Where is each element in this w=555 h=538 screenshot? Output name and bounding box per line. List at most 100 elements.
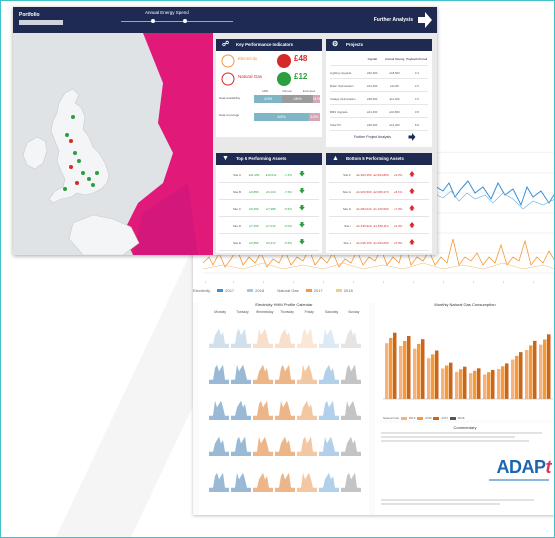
arrow-down-icon: 🡇 xyxy=(298,239,306,246)
lightning-icon xyxy=(221,72,235,86)
top5-header: ▼ Top 5 Performing Assets xyxy=(216,153,322,165)
kpi-col-head: Manual xyxy=(282,89,292,93)
electricity-cost: £48 xyxy=(294,54,308,63)
year-slider[interactable] xyxy=(121,19,233,23)
gas-bar xyxy=(533,340,537,399)
natural-gas-label: Natural Gas xyxy=(238,74,263,79)
adapt-tagline xyxy=(489,479,549,481)
hh-profile-cell xyxy=(341,328,361,348)
arrow-right-icon[interactable] xyxy=(418,12,432,28)
gas-bar xyxy=(515,355,519,399)
further-project-link[interactable]: Further Project Analysis xyxy=(354,135,391,139)
project-row[interactable]: Boiler Optimisation £24,000 £9,200 2.6 xyxy=(330,80,428,92)
hh-profile-cell xyxy=(231,400,251,420)
monthly-gas-panel: Monthly Natural Gas Consumption Natural … xyxy=(375,300,554,420)
data-availability-label: Data Availability xyxy=(219,96,241,100)
portfolio-select[interactable] xyxy=(19,20,63,25)
gas-bar xyxy=(519,352,523,399)
hh-profile-cell xyxy=(341,364,361,384)
project-row[interactable]: BMS Upgrade £41,000 £10,800 3.8 xyxy=(330,106,428,118)
svg-text:|: | xyxy=(383,280,384,284)
hh-profile-cell xyxy=(231,436,251,456)
gas-bar xyxy=(407,335,411,399)
electricity-label: Electricity xyxy=(238,56,258,61)
top5-row[interactable]: Site A £11,456 £10,612 -7.4% 🡇 xyxy=(219,167,319,183)
hh-profile-cell xyxy=(297,472,317,492)
share-icon: ☍ xyxy=(222,41,230,48)
gas-bar xyxy=(511,359,515,399)
svg-text:|: | xyxy=(473,280,474,284)
projects-card: ⚙ Projects Capital Annual Saving Payback… xyxy=(326,39,432,147)
arrow-right-icon[interactable] xyxy=(408,133,416,141)
projects-header-row: Capital Annual Saving Payback Period xyxy=(330,53,428,66)
svg-text:|: | xyxy=(233,280,234,284)
svg-text:|: | xyxy=(533,280,534,284)
time-series-legend: Electricity 2017 2018 Natural Gas 2017 2… xyxy=(193,288,554,298)
adapt-logo: ADAPt xyxy=(496,457,551,477)
portfolio-dashboard-screenshot: Portfolio Annual Energy Spend Further An… xyxy=(13,7,437,255)
gas-bar xyxy=(469,373,473,399)
coverage-seg-1: 83% xyxy=(254,113,309,121)
bottom5-header: ▲ Bottom 5 Performing Assets xyxy=(326,153,432,165)
gas-bar-chart xyxy=(383,332,553,400)
hh-profile-cell xyxy=(275,472,295,492)
hh-profile-cell xyxy=(297,328,317,348)
projects-icon: ⚙ xyxy=(332,41,339,48)
gas-legend-item: 2015 xyxy=(408,416,416,420)
top5-row[interactable]: Site C £8,456 £7,988 -5.5% 🡇 xyxy=(219,201,319,217)
hh-profile-cell xyxy=(341,472,361,492)
top5-row[interactable]: Site D £7,456 £7,012 -6.0% 🡇 xyxy=(219,218,319,234)
projects-col: Payback Period xyxy=(406,57,428,61)
gas-bar xyxy=(463,366,467,399)
availability-seg-amr: 43% xyxy=(254,95,283,103)
legend-electricity: Electricity xyxy=(193,288,211,293)
uk-map[interactable] xyxy=(13,33,213,255)
gas-bar xyxy=(505,363,509,399)
gas-bar xyxy=(427,358,431,399)
hh-profile-cell xyxy=(275,400,295,420)
project-row[interactable]: Lighting Upgrade £62,000 £18,500 3.4 xyxy=(330,67,428,79)
gas-bar xyxy=(421,339,425,399)
top5-row[interactable]: Site E £6,856 £6,472 -5.6% 🡇 xyxy=(219,235,319,251)
top5-row[interactable]: Site B £9,856 £9,104 -7.6% 🡇 xyxy=(219,184,319,200)
bottom5-row[interactable]: Site F £2,384,450 £2,604,800 +9.2% 🡅 xyxy=(329,167,429,183)
bottom5-row[interactable]: Site I £1,436,920 £1,528,110 +6.3% 🡅 xyxy=(329,218,429,234)
hh-profile-cell xyxy=(319,328,339,348)
availability-seg-est: 11% xyxy=(312,95,321,103)
project-row[interactable]: Voltage Optimisation £38,000 £11,400 3.3 xyxy=(330,93,428,105)
bottom5-row[interactable]: Site G £1,926,500 £2,083,270 +8.1% 🡅 xyxy=(329,184,429,200)
commentary-text-block xyxy=(381,432,549,442)
hh-profile-cell xyxy=(297,364,317,384)
commentary-footer xyxy=(381,497,551,507)
legend-elec-2017: 2017 xyxy=(225,288,235,293)
hh-profile-cell xyxy=(231,364,251,384)
bottom5-row[interactable]: Site H £1,084,640 £1,160,560 +7.0% 🡅 xyxy=(329,201,429,217)
electricity-cost-badge xyxy=(277,54,291,68)
bottom5-title: Bottom 5 Performing Assets xyxy=(346,156,404,161)
gas-cost: £12 xyxy=(294,72,308,81)
slider-knob[interactable] xyxy=(151,19,155,23)
gas-bar xyxy=(539,344,543,399)
dashboard-header: Portfolio Annual Energy Spend Further An… xyxy=(13,7,437,33)
coverage-seg-2: 10% xyxy=(308,113,320,121)
kpi-title: Key Performance Indicators xyxy=(236,42,294,47)
arrow-down-icon: 🡇 xyxy=(298,188,306,195)
svg-text:|: | xyxy=(263,280,264,284)
hh-profile-cell xyxy=(253,436,273,456)
hh-profile-cell xyxy=(275,328,295,348)
hh-profile-cell xyxy=(253,472,273,492)
kpi-col-head: Estimated xyxy=(302,89,316,93)
data-coverage-label: Data Coverage xyxy=(219,113,240,117)
hh-profile-cell xyxy=(231,328,251,348)
arrow-up-icon: 🡅 xyxy=(408,171,416,178)
legend-natural-gas: Natural Gas xyxy=(277,288,299,293)
project-row[interactable]: Solar PV £96,000 £14,200 6.8 xyxy=(330,119,428,131)
hh-profile-cell xyxy=(209,400,229,420)
further-analysis-label[interactable]: Further Analysis xyxy=(374,17,413,23)
slider-knob[interactable] xyxy=(183,19,187,23)
hh-profile-cell xyxy=(297,400,317,420)
kpi-col-head: AMR xyxy=(261,89,269,93)
bottom5-card: ▲ Bottom 5 Performing Assets Site F £2,38… xyxy=(326,153,432,253)
bottom5-row[interactable]: Site J £1,036,150 £1,094,000 +5.6% 🡅 xyxy=(329,235,429,251)
hh-profile-cell xyxy=(341,436,361,456)
